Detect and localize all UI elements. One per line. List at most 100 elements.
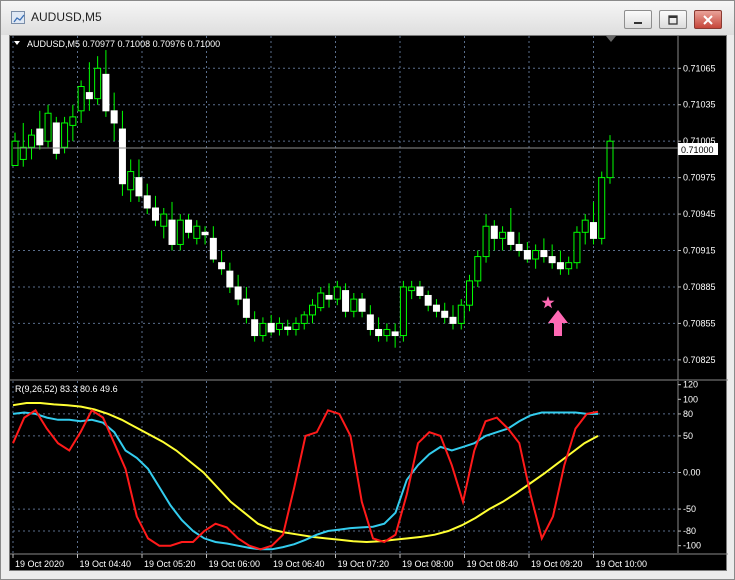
time-axis: 19 Oct 2020 19 Oct 04:40 19 Oct 05:20 19 Oc…	[10, 553, 728, 569]
candle-body	[234, 286, 242, 300]
indicator-tick-label: 100	[683, 394, 698, 404]
candle-body	[432, 304, 440, 312]
symbol-header: AUDUSD,M5 0.70977 0.71008 0.70976 0.7100…	[27, 39, 220, 49]
up-arrow-marker-icon	[548, 310, 568, 336]
candle-body	[118, 128, 126, 185]
indicator-tick-label: 0.00	[683, 467, 701, 477]
candle-body	[36, 128, 44, 146]
candle-body	[85, 92, 93, 100]
price-panel[interactable]: 0.710650.710350.710050.709750.709450.709…	[11, 36, 718, 380]
price-tick-label: 0.71035	[683, 100, 716, 110]
candle-body	[151, 207, 159, 221]
indicator-grid	[12, 381, 678, 553]
candle-body	[251, 319, 259, 337]
candle-body	[275, 322, 283, 330]
candle-body	[366, 314, 374, 330]
title-bar[interactable]: AUDUSD,M5	[1, 1, 734, 35]
time-tick-label: 19 Oct 04:40	[80, 559, 132, 569]
minimize-button[interactable]	[624, 10, 652, 29]
candle-body	[424, 294, 432, 306]
price-tick-label: 0.70975	[683, 173, 716, 183]
maximize-icon	[668, 15, 678, 25]
candle-body	[358, 298, 366, 312]
one-click-trading-corner-icon[interactable]	[606, 36, 616, 42]
candle-body	[333, 286, 341, 300]
candle-body	[490, 225, 498, 239]
candle-body	[482, 225, 490, 258]
indicator-tick-label: 120	[683, 380, 698, 390]
indicator-tick-label: -100	[683, 541, 701, 551]
candle-body	[606, 140, 614, 179]
dropdown-triangle-icon[interactable]	[14, 41, 20, 45]
indicator-tick-label: -80	[683, 526, 696, 536]
time-tick-label: 19 Oct 08:40	[467, 559, 519, 569]
candle-body	[466, 280, 474, 306]
candle-body	[28, 134, 36, 148]
current-price-label: 0.71000	[681, 145, 714, 155]
price-tick-label: 0.71065	[683, 63, 716, 73]
indicator-tick-label: 50	[683, 431, 693, 441]
indicator-panel[interactable]: 120 100 80 50 0.00 -50 -80 -100 R(9,26,52) 83.3…	[12, 380, 701, 553]
candle-body	[416, 286, 424, 296]
time-tick-label: 19 Oct 2020	[15, 559, 64, 569]
price-tick-label: 0.70945	[683, 209, 716, 219]
candle-body	[77, 86, 85, 112]
close-button[interactable]	[694, 10, 722, 29]
candle-body	[168, 219, 176, 245]
indicator-axis: 120 100 80 50 0.00 -50 -80 -100	[677, 380, 701, 553]
minimize-icon	[634, 22, 642, 24]
candle-body	[441, 310, 449, 318]
candle-body	[160, 213, 168, 227]
candle-body	[589, 222, 597, 239]
candle-body	[61, 122, 69, 148]
candle-body	[523, 250, 531, 260]
candle-body	[209, 237, 217, 260]
star-marker-icon	[541, 296, 555, 309]
candle-body	[292, 322, 300, 330]
maximize-button[interactable]	[659, 10, 687, 29]
candle-body	[201, 231, 209, 236]
candle-body	[19, 146, 27, 160]
candle-body	[399, 286, 407, 337]
time-tick-label: 19 Oct 05:20	[144, 559, 196, 569]
candle-body	[309, 304, 316, 316]
time-tick-label: 19 Oct 07:20	[338, 559, 390, 569]
candle-body	[540, 250, 548, 258]
candle-body	[515, 243, 523, 252]
time-tick-label: 19 Oct 08:00	[402, 559, 454, 569]
candle-body	[581, 219, 589, 233]
candle-body	[135, 177, 143, 197]
candle-body	[474, 256, 482, 282]
candle-body	[52, 122, 60, 154]
candle-body	[284, 326, 292, 330]
time-tick-label: 19 Oct 10:00	[596, 559, 648, 569]
window-title: AUDUSD,M5	[31, 10, 102, 24]
candle-body	[94, 67, 102, 100]
candle-body	[565, 262, 573, 270]
candle-body	[449, 316, 457, 324]
candle-body	[44, 112, 52, 142]
candle-body	[350, 298, 358, 312]
chart-svg[interactable]: 0.710650.710350.710050.709750.709450.709…	[10, 36, 728, 572]
time-tick-label: 19 Oct 09:20	[531, 559, 583, 569]
time-tick-label: 19 Oct 06:40	[273, 559, 325, 569]
time-tick-label: 19 Oct 06:00	[209, 559, 261, 569]
candle-body	[102, 73, 110, 112]
price-grid	[12, 36, 678, 372]
price-tick-label: 0.70885	[683, 282, 716, 292]
indicator-header: R(9,26,52) 83.3 80.6 49.6	[15, 384, 118, 394]
candle-body	[176, 219, 184, 245]
indicator-tick-label: -50	[683, 504, 696, 514]
candle-body	[457, 304, 465, 324]
candle-body	[556, 262, 564, 270]
candle-body	[532, 250, 540, 260]
candle-body	[226, 270, 234, 288]
chart-window-icon	[11, 11, 25, 24]
chart-canvas[interactable]: 0.71065 0.71035 0.71005 0.70975 0.70945 0.709…	[9, 35, 728, 572]
candles	[11, 50, 614, 348]
price-axis: 0.710650.710350.710050.709750.709450.709…	[677, 36, 716, 380]
candle-body	[548, 256, 556, 264]
candle-body	[383, 328, 391, 337]
chart-window: AUDUSD,M5 0.71065 0.71035 0.71005 0.70975 0.…	[0, 0, 735, 580]
indicator-lines	[12, 402, 599, 551]
